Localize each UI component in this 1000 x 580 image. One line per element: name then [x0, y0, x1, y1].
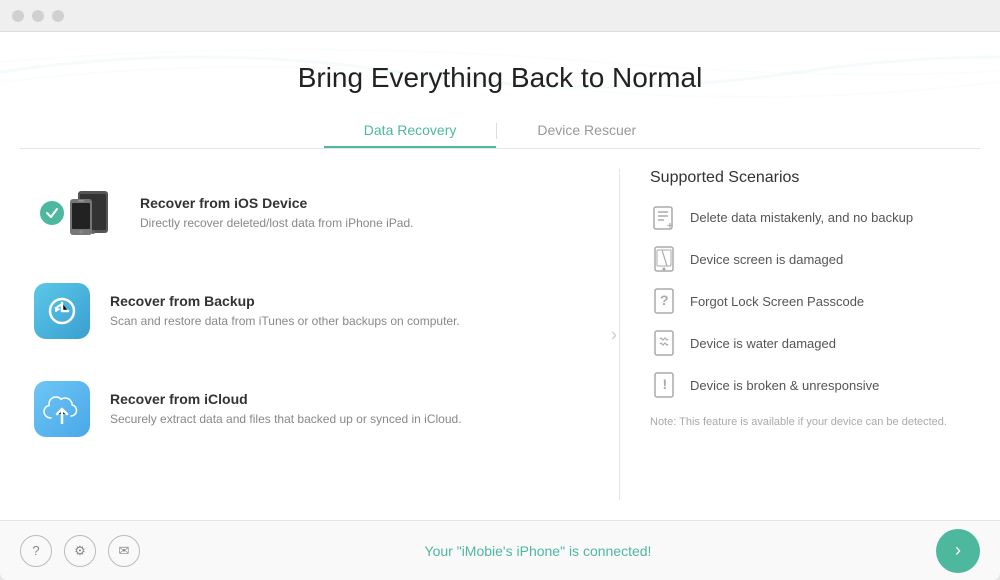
icloud-icon — [30, 377, 94, 441]
scenario-deleted-data-text: Delete data mistakenly, and no backup — [690, 210, 913, 225]
header-area: Bring Everything Back to Normal Data Rec… — [0, 32, 1000, 149]
supported-scenarios-title: Supported Scenarios — [650, 169, 970, 187]
scenario-forgot-passcode-text: Forgot Lock Screen Passcode — [690, 294, 864, 309]
backup-symbol — [44, 293, 80, 329]
backup-option[interactable]: Recover from Backup Scan and restore dat… — [30, 267, 460, 355]
svg-text:+: + — [667, 221, 673, 231]
traffic-lights — [12, 10, 64, 22]
backup-icon-image — [34, 283, 90, 339]
option-backup[interactable]: Recover from Backup Scan and restore dat… — [30, 267, 589, 355]
main-title: Bring Everything Back to Normal — [20, 62, 980, 94]
icloud-option[interactable]: Recover from iCloud Securely extract dat… — [30, 365, 462, 453]
ios-device-option[interactable]: Recover from iOS Device Directly recover… — [60, 169, 413, 257]
tab-device-rescuer[interactable]: Device Rescuer — [497, 114, 676, 148]
backup-text: Recover from Backup Scan and restore dat… — [110, 293, 460, 330]
ios-device-image — [60, 181, 124, 245]
scenario-deleted-data: + Delete data mistakenly, and no backup — [650, 203, 970, 231]
icloud-text: Recover from iCloud Securely extract dat… — [110, 391, 462, 428]
tab-data-recovery[interactable]: Data Recovery — [324, 114, 497, 148]
titlebar — [0, 0, 1000, 32]
help-icon: ? — [32, 543, 39, 558]
water-damaged-icon — [650, 329, 678, 357]
scenario-screen-damaged-text: Device screen is damaged — [690, 252, 843, 267]
left-panel: Recover from iOS Device Directly recover… — [0, 149, 619, 520]
scenario-forgot-passcode: ? Forgot Lock Screen Passcode — [650, 287, 970, 315]
scenario-screen-damaged: Device screen is damaged — [650, 245, 970, 273]
backup-icon — [30, 279, 94, 343]
scenario-water-damaged: Device is water damaged — [650, 329, 970, 357]
next-arrow-icon: › — [955, 540, 961, 561]
checkmark-icon — [45, 206, 59, 220]
next-button[interactable]: › — [936, 529, 980, 573]
app-window: Bring Everything Back to Normal Data Rec… — [0, 0, 1000, 580]
help-button[interactable]: ? — [20, 535, 52, 567]
scenario-water-damaged-text: Device is water damaged — [690, 336, 836, 351]
scenario-broken-device: ! Device is broken & unresponsive — [650, 371, 970, 399]
svg-text:!: ! — [663, 376, 668, 392]
svg-text:?: ? — [660, 292, 669, 308]
maximize-button[interactable] — [52, 10, 64, 22]
ios-device-icon — [60, 181, 124, 245]
right-panel: Supported Scenarios + Delete data mistak… — [620, 149, 1000, 520]
option-ios-device[interactable]: Recover from iOS Device Directly recover… — [30, 169, 589, 257]
mail-icon: ✉ — [119, 543, 130, 559]
main-content: Recover from iOS Device Directly recover… — [0, 149, 1000, 520]
screen-damaged-icon — [650, 245, 678, 273]
footer-icons: ? ⚙ ✉ — [20, 535, 140, 567]
forgot-passcode-icon: ? — [650, 287, 678, 315]
scenario-broken-device-text: Device is broken & unresponsive — [690, 378, 879, 393]
note-text: Note: This feature is available if your … — [650, 415, 970, 430]
panel-divider — [619, 169, 620, 500]
settings-icon: ⚙ — [74, 543, 86, 559]
mail-button[interactable]: ✉ — [108, 535, 140, 567]
footer: ? ⚙ ✉ Your "iMobie's iPhone" is connecte… — [0, 520, 1000, 580]
selected-indicator — [40, 201, 64, 225]
ios-device-text: Recover from iOS Device Directly recover… — [140, 195, 413, 232]
connection-status: Your "iMobie's iPhone" is connected! — [425, 543, 652, 559]
settings-button[interactable]: ⚙ — [64, 535, 96, 567]
icloud-icon-image — [34, 381, 90, 437]
broken-device-icon: ! — [650, 371, 678, 399]
close-button[interactable] — [12, 10, 24, 22]
option-icloud[interactable]: Recover from iCloud Securely extract dat… — [30, 365, 589, 453]
icloud-symbol — [43, 394, 81, 424]
minimize-button[interactable] — [32, 10, 44, 22]
tabs-container: Data Recovery Device Rescuer — [20, 114, 980, 148]
deleted-data-icon: + — [650, 203, 678, 231]
